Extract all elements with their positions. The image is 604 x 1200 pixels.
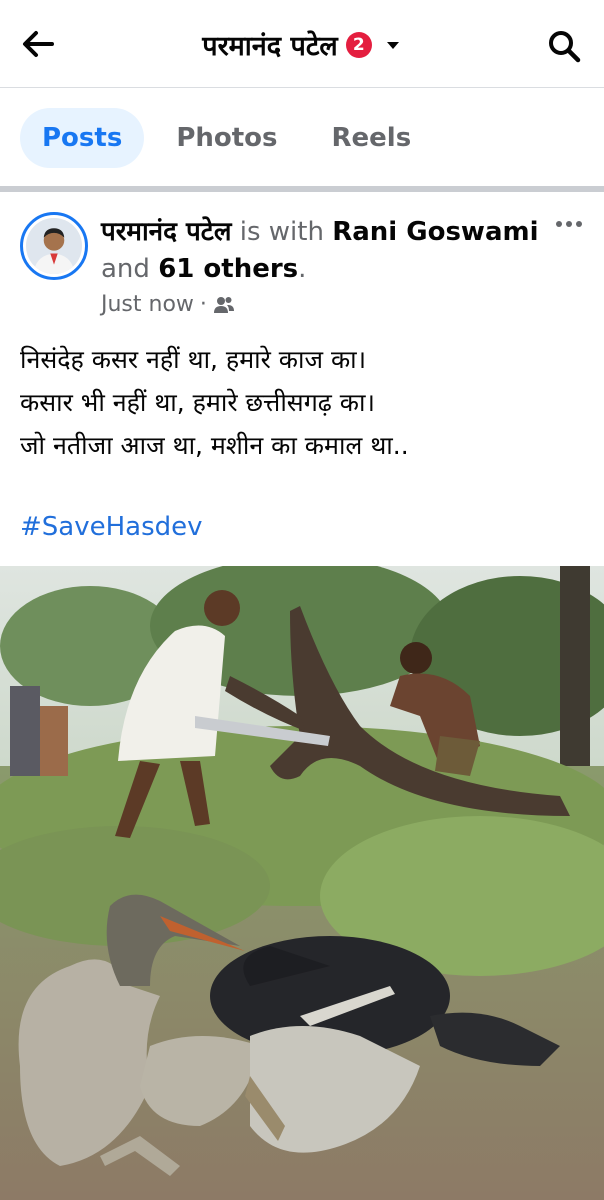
post-line-2: कसार भी नहीं था, हमारे छत्तीसगढ़ का।	[20, 388, 375, 417]
post-line-3: जो नतीजा आज था, मशीन का कमाल था..	[20, 431, 409, 460]
page-title: परमानंद पटेल	[202, 31, 338, 62]
caret-down-icon[interactable]	[384, 36, 402, 54]
is-with-text: is with	[239, 217, 324, 247]
search-button[interactable]	[542, 24, 586, 68]
more-options-button[interactable]	[552, 212, 586, 236]
top-bar: परमानंद पटेल 2	[0, 0, 604, 88]
avatar-image	[26, 218, 82, 274]
tab-posts[interactable]: Posts	[20, 108, 145, 168]
post-meta: परमानंद पटेल is with Rani Goswami and 61…	[101, 214, 541, 288]
search-icon	[549, 31, 581, 63]
notification-badge: 2	[345, 31, 372, 58]
profile-tabs: Posts Photos Reels	[0, 88, 604, 188]
separator: ·	[199, 292, 207, 317]
post-line-1: निसंदेह कसर नहीं था, हमारे काज का।	[20, 345, 367, 374]
post-time-row: Just now ·	[101, 292, 235, 317]
tree-cutting-photo	[0, 566, 604, 1200]
tab-photos[interactable]: Photos	[154, 108, 299, 168]
page-title-area[interactable]: परमानंद पटेल 2	[0, 26, 604, 66]
dot-icon	[556, 221, 562, 227]
and-text: and	[101, 254, 150, 284]
post-header: परमानंद पटेल is with Rani Goswami and 61…	[0, 192, 604, 332]
post-timestamp[interactable]: Just now	[101, 292, 194, 317]
author-avatar[interactable]	[20, 212, 88, 280]
tagged-name[interactable]: Rani Goswami	[332, 217, 538, 247]
dot-icon	[576, 221, 582, 227]
tab-reels[interactable]: Reels	[310, 108, 434, 168]
friends-icon	[213, 296, 234, 313]
post-text: निसंदेह कसर नहीं था, हमारे काज का। कसार …	[20, 338, 590, 467]
hashtag-link[interactable]: #SaveHasdev	[20, 512, 203, 542]
dot-icon	[566, 221, 572, 227]
post-photo[interactable]	[0, 566, 604, 1200]
others-link[interactable]: 61 others	[158, 254, 298, 284]
author-name[interactable]: परमानंद पटेल	[101, 217, 231, 247]
period: .	[298, 254, 307, 284]
